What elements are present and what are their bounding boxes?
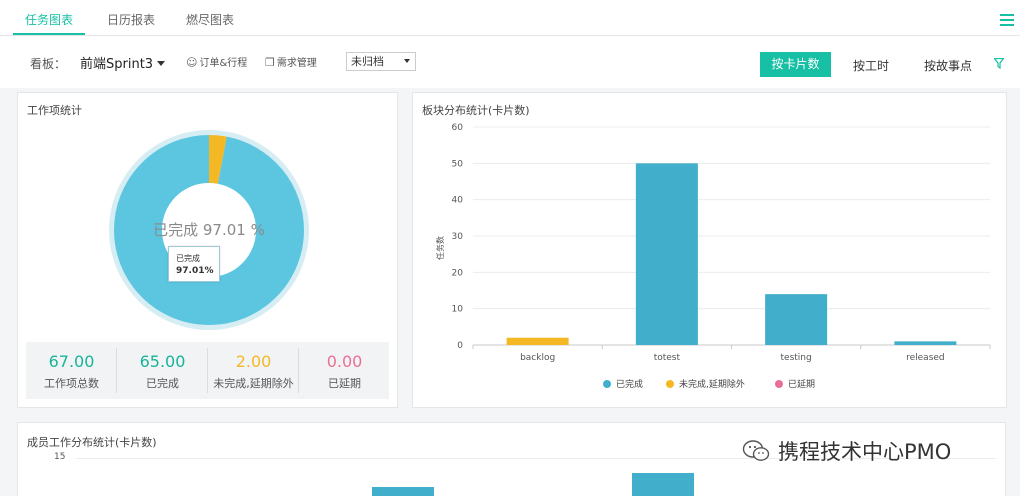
stat-incomplete: 2.00 未完成,延期除外 — [208, 342, 299, 399]
y-axis-label: 任务数 — [435, 236, 445, 260]
task-charts-page: 任务图表 日历报表 燃尽图表 看板： 前端Sprint3 ☺ 订单&行程 ❐ 需求管… — [0, 0, 1020, 496]
y-tick-label: 0 — [457, 341, 463, 351]
stat-completed: 65.00 已完成 — [117, 342, 208, 399]
copy-icon: ❐ — [265, 56, 275, 69]
bar-released[interactable] — [894, 341, 957, 345]
legend-item-delayed[interactable]: 已延期 — [775, 377, 815, 390]
requirements-filter-chip[interactable]: ❐ 需求管理 — [265, 54, 317, 69]
stats-summary: 67.00 工作项总数 65.00 已完成 2.00 未完成,延期除外 0.00… — [26, 342, 389, 399]
bar-totest[interactable] — [635, 163, 698, 345]
bar-testing[interactable] — [765, 294, 828, 345]
y-tick-label: 50 — [452, 159, 464, 169]
x-tick-label: released — [906, 353, 945, 363]
y-tick-label: 20 — [452, 268, 464, 278]
tab-task-charts[interactable]: 任务图表 — [13, 0, 85, 35]
board-label: 看板： — [30, 57, 67, 71]
wechat-icon — [742, 440, 770, 461]
x-tick-label: totest — [654, 353, 681, 363]
tab-burndown-chart[interactable]: 燃尽图表 — [186, 0, 234, 35]
stat-total: 67.00 工作项总数 — [26, 342, 117, 399]
menu-icon[interactable] — [1000, 14, 1014, 26]
archive-status-select[interactable]: 未归档 — [346, 52, 416, 71]
y-tick-label: 40 — [452, 196, 464, 206]
bar-chart: 0 10 20 30 40 50 60 backlog totest testing release… — [435, 123, 991, 363]
member-bar[interactable] — [632, 473, 694, 496]
toolbar: 看板： 前端Sprint3 ☺ 订单&行程 ❐ 需求管理 未归档 按卡片数 按工时 … — [0, 36, 1020, 88]
watermark: 携程技术中心PMO — [742, 436, 951, 466]
donut-center-label: 已完成 97.01 % — [153, 221, 265, 239]
tab-bar: 任务图表 日历报表 燃尽图表 — [0, 0, 1020, 36]
donut-tooltip: 已完成 97.01% — [168, 246, 220, 282]
by-story-points-button[interactable]: 按故事点 — [924, 57, 972, 74]
by-card-count-button[interactable]: 按卡片数 — [760, 52, 831, 77]
board-select[interactable]: 前端Sprint3 — [80, 53, 166, 72]
by-hours-button[interactable]: 按工时 — [853, 57, 889, 74]
legend-item-incomplete[interactable]: 未完成,延期除外 — [666, 377, 745, 390]
x-tick-label: testing — [781, 353, 812, 363]
board-value: 前端Sprint3 — [80, 57, 154, 72]
y-tick-label: 60 — [452, 123, 464, 133]
dropdown-arrow-icon — [404, 59, 410, 63]
tab-calendar-report[interactable]: 日历报表 — [107, 0, 155, 35]
block-distribution-panel: 板块分布统计(卡片数) 0 10 20 30 40 50 60 backlog totest te… — [412, 92, 1007, 408]
y-tick-label: 10 — [452, 305, 464, 315]
orders-filter-chip[interactable]: ☺ 订单&行程 — [186, 54, 247, 69]
stat-delayed: 0.00 已延期 — [326, 352, 363, 390]
y-tick-label: 15 — [54, 452, 66, 462]
y-tick-label: 30 — [452, 232, 464, 242]
chevron-down-icon — [157, 61, 166, 66]
filter-icon[interactable] — [994, 58, 1004, 69]
panel-title: 成员工作分布统计(卡片数) — [27, 436, 157, 449]
bar-backlog[interactable] — [506, 337, 569, 345]
member-bar[interactable] — [372, 487, 434, 496]
group-icon: ☺ — [186, 56, 198, 69]
donut-chart: 已完成 97.01 % — [109, 130, 309, 330]
legend-item-completed[interactable]: 已完成 — [603, 377, 643, 390]
x-tick-label: backlog — [520, 353, 555, 363]
